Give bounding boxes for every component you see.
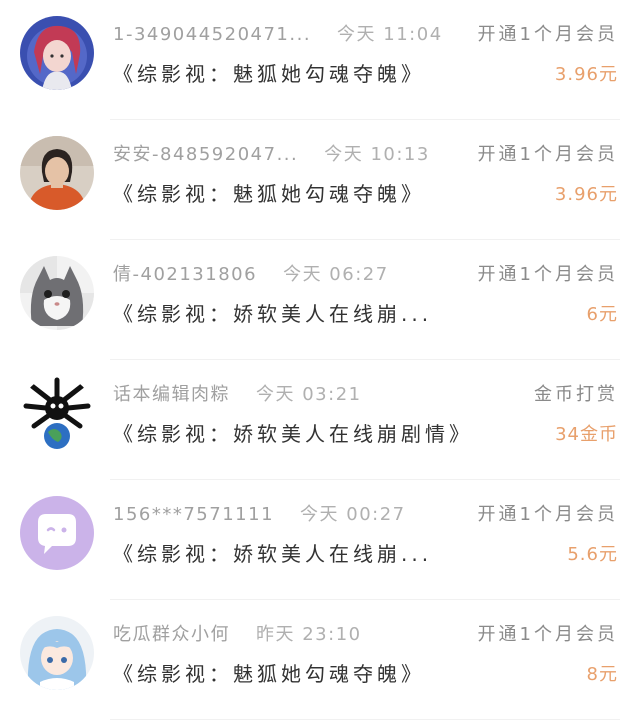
chat-bubble-avatar[interactable] — [20, 496, 94, 570]
anime-girl-avatar[interactable] — [20, 16, 94, 90]
skull-earth-avatar[interactable] — [20, 376, 94, 450]
timestamp: 今天 06:27 — [283, 264, 389, 285]
sender-name: 156***7571111 — [113, 504, 275, 525]
amount: 8元 — [586, 664, 618, 685]
record-row[interactable]: 1-3490445204​71... 今天 11:04 开通1个月会员 《综影视：… — [0, 0, 640, 120]
record-row[interactable]: 156***7571111 今天 00:27 开通1个月会员 《综影视：娇软美人在… — [0, 480, 640, 600]
sender-name-line: 吃瓜群众小何 昨天 23:10 — [113, 620, 463, 646]
book-title[interactable]: 《综影视：娇软美人在线崩... — [113, 298, 533, 327]
transaction-type: 开通1个月会员 — [477, 264, 618, 285]
sender-name: 吃瓜群众小何 — [113, 624, 230, 645]
sender-name-line: 话本编辑肉粽 今天 03:21 — [113, 380, 463, 406]
anime-blue-hair-avatar[interactable] — [20, 616, 94, 690]
amount: 3.96元 — [554, 64, 618, 85]
transaction-type: 开通1个月会员 — [477, 144, 618, 165]
transaction-type: 开通1个月会员 — [477, 624, 618, 645]
book-title[interactable]: 《综影视：娇软美人在线崩剧情》 — [113, 418, 533, 447]
timestamp: 昨天 23:10 — [256, 624, 362, 645]
timestamp: 今天 03:21 — [256, 384, 362, 405]
cat-avatar[interactable] — [20, 256, 94, 330]
transaction-type: 开通1个月会员 — [477, 24, 618, 45]
amount: 5.6元 — [567, 544, 618, 565]
sender-name: 话本编辑肉粽 — [113, 384, 230, 405]
record-row[interactable]: 倩-402131806 今天 06:27 开通1个月会员 《综影视：娇软美人在线崩… — [0, 240, 640, 360]
record-row[interactable]: 吃瓜群众小何 昨天 23:10 开通1个月会员 《综影视：魅狐她勾魂夺魄》 8元 — [0, 600, 640, 720]
sender-name: 倩-402131806 — [113, 264, 258, 285]
amount: 3.96元 — [554, 184, 618, 205]
timestamp: 今天 10:13 — [324, 144, 430, 165]
sender-name-line: 倩-402131806 今天 06:27 — [113, 260, 463, 286]
amount: 34金币 — [555, 424, 618, 445]
record-row[interactable]: 安安-848592047... 今天 10:13 开通1个月会员 《综影视：魅狐她… — [0, 120, 640, 240]
book-title[interactable]: 《综影视：魅狐她勾魂夺魄》 — [113, 178, 533, 207]
transaction-type: 开通1个月会员 — [477, 504, 618, 525]
sender-name-line: 156***7571111 今天 00:27 — [113, 500, 463, 526]
timestamp: 今天 00:27 — [300, 504, 406, 525]
sender-name: 安安-848592047... — [113, 144, 299, 165]
transaction-type: 金币打赏 — [534, 384, 618, 405]
book-title[interactable]: 《综影视：魅狐她勾魂夺魄》 — [113, 58, 533, 87]
woman-photo-avatar[interactable] — [20, 136, 94, 210]
sender-name: 1-3490445204​71... — [113, 24, 312, 45]
sender-name-line: 1-3490445204​71... 今天 11:04 — [113, 20, 463, 46]
book-title[interactable]: 《综影视：娇软美人在线崩... — [113, 538, 533, 567]
sender-name-line: 安安-848592047... 今天 10:13 — [113, 140, 463, 166]
book-title[interactable]: 《综影视：魅狐她勾魂夺魄》 — [113, 658, 533, 687]
timestamp: 今天 11:04 — [337, 24, 443, 45]
amount: 6元 — [586, 304, 618, 325]
record-list: 1-3490445204​71... 今天 11:04 开通1个月会员 《综影视：… — [0, 0, 640, 720]
record-row[interactable]: 话本编辑肉粽 今天 03:21 金币打赏 《综影视：娇软美人在线崩剧情》 34金币 — [0, 360, 640, 480]
